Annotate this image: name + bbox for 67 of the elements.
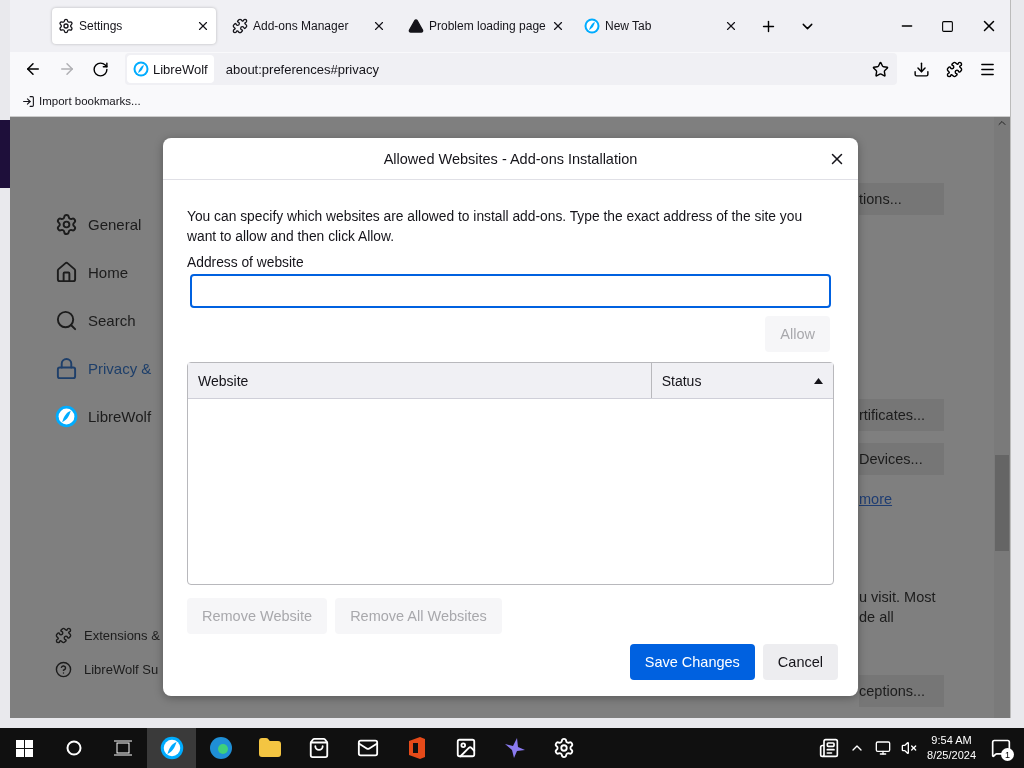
librewolf-icon — [133, 61, 149, 77]
import-icon — [22, 94, 35, 108]
back-icon[interactable] — [24, 60, 42, 78]
close-icon[interactable] — [196, 19, 210, 33]
browser-tab[interactable]: Problem loading page — [402, 8, 568, 44]
help-icon — [55, 661, 72, 678]
browser-tab[interactable]: Add-ons Manager — [226, 8, 392, 44]
bookmark-item[interactable]: Import bookmarks... — [22, 94, 141, 108]
office-icon — [406, 737, 427, 759]
column-header[interactable]: Status — [650, 363, 833, 398]
close-icon[interactable] — [724, 19, 738, 33]
search-icon — [55, 308, 78, 332]
warning-icon — [408, 18, 424, 34]
description-text: de all — [859, 608, 895, 627]
identity-badge[interactable]: LibreWolf — [127, 55, 214, 83]
sort-arrow-icon — [814, 377, 823, 384]
librewolf-icon — [584, 18, 600, 34]
notification-button[interactable]: 1 — [986, 733, 1016, 763]
learn-more-link[interactable]: more — [859, 489, 944, 509]
puzzle-icon — [55, 627, 72, 644]
scrollbar[interactable] — [994, 117, 1010, 718]
field-label: Address of website — [187, 255, 305, 270]
gear-icon — [55, 212, 78, 236]
message-icon — [991, 738, 1011, 758]
puzzle-icon — [232, 18, 248, 34]
save-button[interactable]: Save Changes — [629, 644, 755, 680]
sidebar-link[interactable]: LibreWolf Su — [55, 661, 200, 678]
close-icon[interactable] — [372, 19, 386, 33]
url-text[interactable]: about:preferences#privacy — [225, 61, 860, 77]
notification-badge: 1 — [1001, 748, 1014, 761]
page-button[interactable]: tions... — [859, 183, 944, 215]
star-icon[interactable] — [872, 60, 889, 78]
task-view-icon — [113, 740, 132, 756]
librewolf-icon — [55, 404, 78, 428]
page-button[interactable]: rtificates... — [859, 399, 944, 431]
bag-icon — [307, 737, 330, 759]
volume-muted-icon[interactable] — [901, 740, 918, 756]
lock-icon — [55, 356, 78, 380]
sidebar-item[interactable]: Search — [55, 296, 200, 344]
desktop-background — [0, 120, 10, 188]
download-icon[interactable] — [913, 60, 930, 78]
folder-icon — [257, 736, 282, 760]
description-text: u visit. Most — [859, 588, 937, 607]
browser-tab[interactable]: Settings — [52, 8, 216, 44]
home-icon — [55, 260, 78, 284]
circle-icon — [65, 740, 82, 756]
scrollbar-thumb[interactable] — [995, 455, 1009, 551]
dialog-title: Allowed Websites - Add-ons Installation — [383, 150, 638, 167]
cancel-button[interactable]: Cancel — [762, 644, 838, 680]
page-button[interactable]: Devices... — [859, 443, 944, 475]
clock[interactable]: 9:54 AM 8/25/2024 — [927, 733, 976, 763]
mail-icon — [356, 737, 379, 759]
windows-icon — [16, 739, 33, 757]
gear-icon — [58, 18, 74, 34]
puzzle-icon[interactable] — [946, 60, 963, 78]
browser-tab[interactable]: New Tab — [578, 8, 744, 44]
maximize-icon[interactable] — [941, 19, 954, 33]
address-field[interactable] — [190, 274, 831, 308]
page-button[interactable]: ceptions... — [859, 675, 944, 707]
news-icon[interactable] — [819, 738, 840, 758]
gear-icon — [552, 737, 575, 759]
description-text: You can specify which websites are allowed to install add-ons. Type the exact address of the site you want to allow and then click Allow. — [187, 208, 804, 246]
taskbar-app[interactable] — [147, 728, 196, 768]
image-icon — [454, 737, 477, 759]
network-icon[interactable] — [875, 740, 892, 756]
librewolf-icon — [159, 736, 184, 760]
reload-icon[interactable] — [92, 60, 109, 78]
